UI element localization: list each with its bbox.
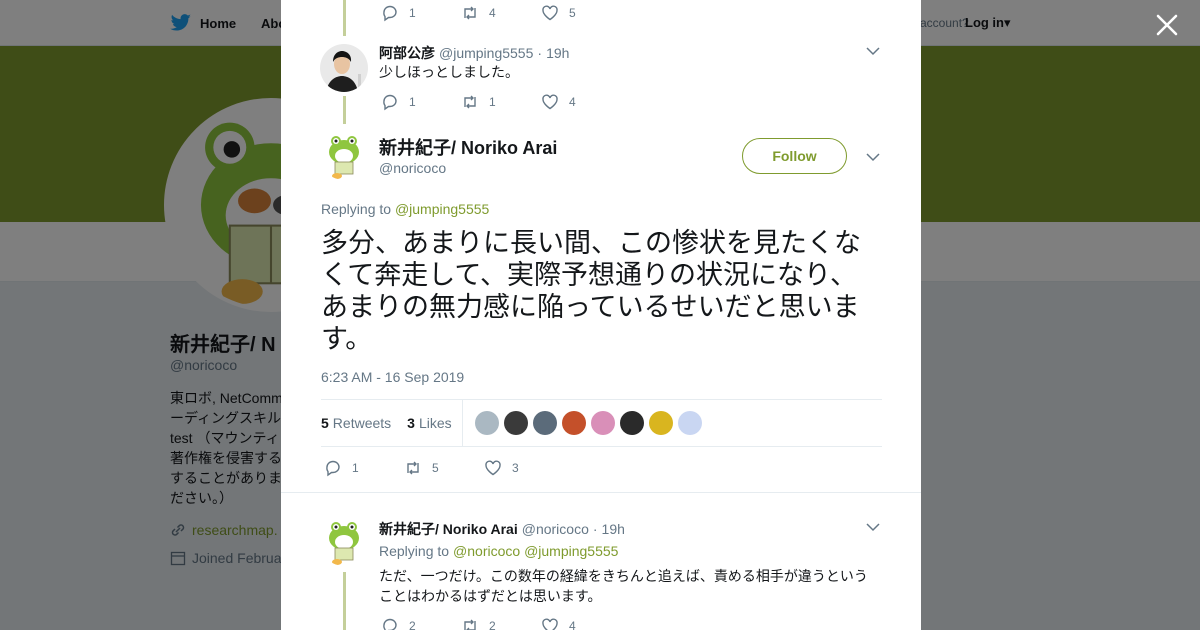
reply-icon [383, 5, 397, 22]
close-icon[interactable] [1154, 12, 1180, 38]
reply-icon [326, 460, 340, 477]
replying-to-handle[interactable]: @jumping5555 [395, 201, 489, 217]
reply1-header: 阿部公彦 @jumping5555 · 19h [379, 43, 569, 63]
retweet-button[interactable]: 1 [461, 93, 541, 111]
thread-line [343, 572, 346, 630]
retweets-count: 5 [321, 415, 329, 431]
heart-icon [542, 5, 558, 21]
reply2-actions: 2 2 4 [381, 617, 621, 630]
tweet-text: ただ、一つだけ。この数年の経緯をきちんと追えば、責める相手が違うということはわか… [379, 568, 868, 604]
heart-icon [542, 618, 558, 630]
reply-count: 1 [409, 95, 416, 109]
replying-to-handles[interactable]: @noricoco @jumping5555 [453, 543, 618, 559]
liker-avatar[interactable] [619, 411, 644, 435]
like-count: 5 [569, 6, 576, 20]
tweet-author-name[interactable]: 阿部公彦 [379, 43, 435, 63]
tweet-text: 少しほっとしました。 [379, 64, 519, 80]
retweet-icon [464, 6, 476, 20]
replying-to: Replying to @jumping5555 [321, 201, 489, 217]
retweet-button[interactable]: 2 [461, 617, 541, 630]
reply-button[interactable]: 1 [324, 459, 404, 477]
reply-button[interactable]: 2 [381, 617, 461, 630]
tweet-modal: 1 4 5 阿部公彦 @jumping5555 · 19h 少しほっとしました。… [281, 0, 921, 630]
reply-button[interactable]: 1 [381, 93, 461, 111]
divider [461, 400, 463, 446]
like-count: 4 [569, 95, 576, 109]
tweet-author-name[interactable]: 新井紀子/ Noriko Arai [379, 134, 557, 160]
follow-button[interactable]: Follow [742, 138, 847, 174]
tweet-stats: 5 Retweets 3 Likes [321, 399, 882, 447]
like-button[interactable]: 5 [541, 4, 621, 22]
liker-avatar[interactable] [561, 411, 586, 435]
replying-to: Replying to @noricoco @jumping5555 [379, 543, 618, 559]
like-count: 3 [512, 461, 519, 475]
main-tweet-text: 多分、あまりに長い間、この惨状を見たくなくて奔走して、実際予想通りの状況になり、… [321, 228, 861, 354]
reply-icon [383, 618, 397, 630]
reply1-actions: 1 1 4 [381, 93, 621, 111]
liker-avatar[interactable] [590, 411, 615, 435]
separator-dot: · [537, 45, 543, 61]
reply-icon [383, 94, 397, 111]
reply2-header: 新井紀子/ Noriko Arai @noricoco · 19h [379, 519, 625, 539]
avatar[interactable] [320, 44, 368, 92]
replying-to-prefix: Replying to [321, 201, 392, 217]
avatar[interactable] [320, 518, 368, 566]
replying-to-prefix: Replying to [379, 543, 450, 559]
reply-count: 2 [409, 619, 416, 630]
retweet-count: 1 [489, 95, 496, 109]
tweet-author-handle[interactable]: @noricoco [522, 521, 589, 537]
liker-avatar[interactable] [532, 411, 557, 435]
avatar[interactable] [320, 132, 368, 180]
retweet-count: 5 [432, 461, 439, 475]
retweet-count: 4 [489, 6, 496, 20]
tweet-time[interactable]: 19h [602, 521, 625, 537]
reply-count: 1 [352, 461, 359, 475]
retweet-icon [464, 95, 476, 109]
tweet-time[interactable]: 19h [546, 45, 569, 61]
thread-line [343, 0, 346, 36]
heart-icon [485, 460, 501, 476]
likes-stat[interactable]: 3 Likes [407, 415, 451, 431]
liker-avatar[interactable] [677, 411, 702, 435]
likes-count: 3 [407, 415, 415, 431]
like-button[interactable]: 4 [541, 617, 621, 630]
retweet-icon [407, 461, 419, 475]
liker-avatar[interactable] [503, 411, 528, 435]
chevron-down-icon[interactable] [865, 149, 881, 165]
main-tweet-actions: 1 5 3 [324, 459, 564, 477]
separator-dot: · [592, 521, 598, 537]
tweet-author-name[interactable]: 新井紀子/ Noriko Arai [379, 519, 518, 539]
liker-avatars [474, 411, 702, 435]
divider [281, 492, 921, 493]
liker-avatar[interactable] [474, 411, 499, 435]
thread-line [343, 96, 346, 124]
reply-count: 1 [409, 6, 416, 20]
person-photo [320, 44, 368, 92]
reply-button[interactable]: 1 [381, 4, 461, 22]
frog-cat-icon [320, 518, 368, 566]
retweet-icon [464, 619, 476, 630]
tweet-timestamp[interactable]: 6:23 AM - 16 Sep 2019 [321, 369, 464, 385]
like-count: 4 [569, 619, 576, 630]
heart-icon [542, 94, 558, 110]
retweet-button[interactable]: 5 [404, 459, 484, 477]
like-button[interactable]: 4 [541, 93, 621, 111]
retweet-count: 2 [489, 619, 496, 630]
retweets-label: Retweets [332, 415, 392, 431]
like-button[interactable]: 3 [484, 459, 564, 477]
liker-avatar[interactable] [648, 411, 673, 435]
retweets-stat[interactable]: 5 Retweets [321, 415, 391, 431]
chevron-down-icon[interactable] [865, 519, 881, 535]
prev-tweet-actions: 1 4 5 [381, 4, 621, 22]
retweet-button[interactable]: 4 [461, 4, 541, 22]
tweet-author-handle[interactable]: @noricoco [379, 160, 446, 176]
chevron-down-icon[interactable] [865, 43, 881, 59]
tweet-author-handle[interactable]: @jumping5555 [439, 45, 533, 61]
frog-cat-icon [320, 132, 368, 180]
likes-label: Likes [418, 415, 452, 431]
